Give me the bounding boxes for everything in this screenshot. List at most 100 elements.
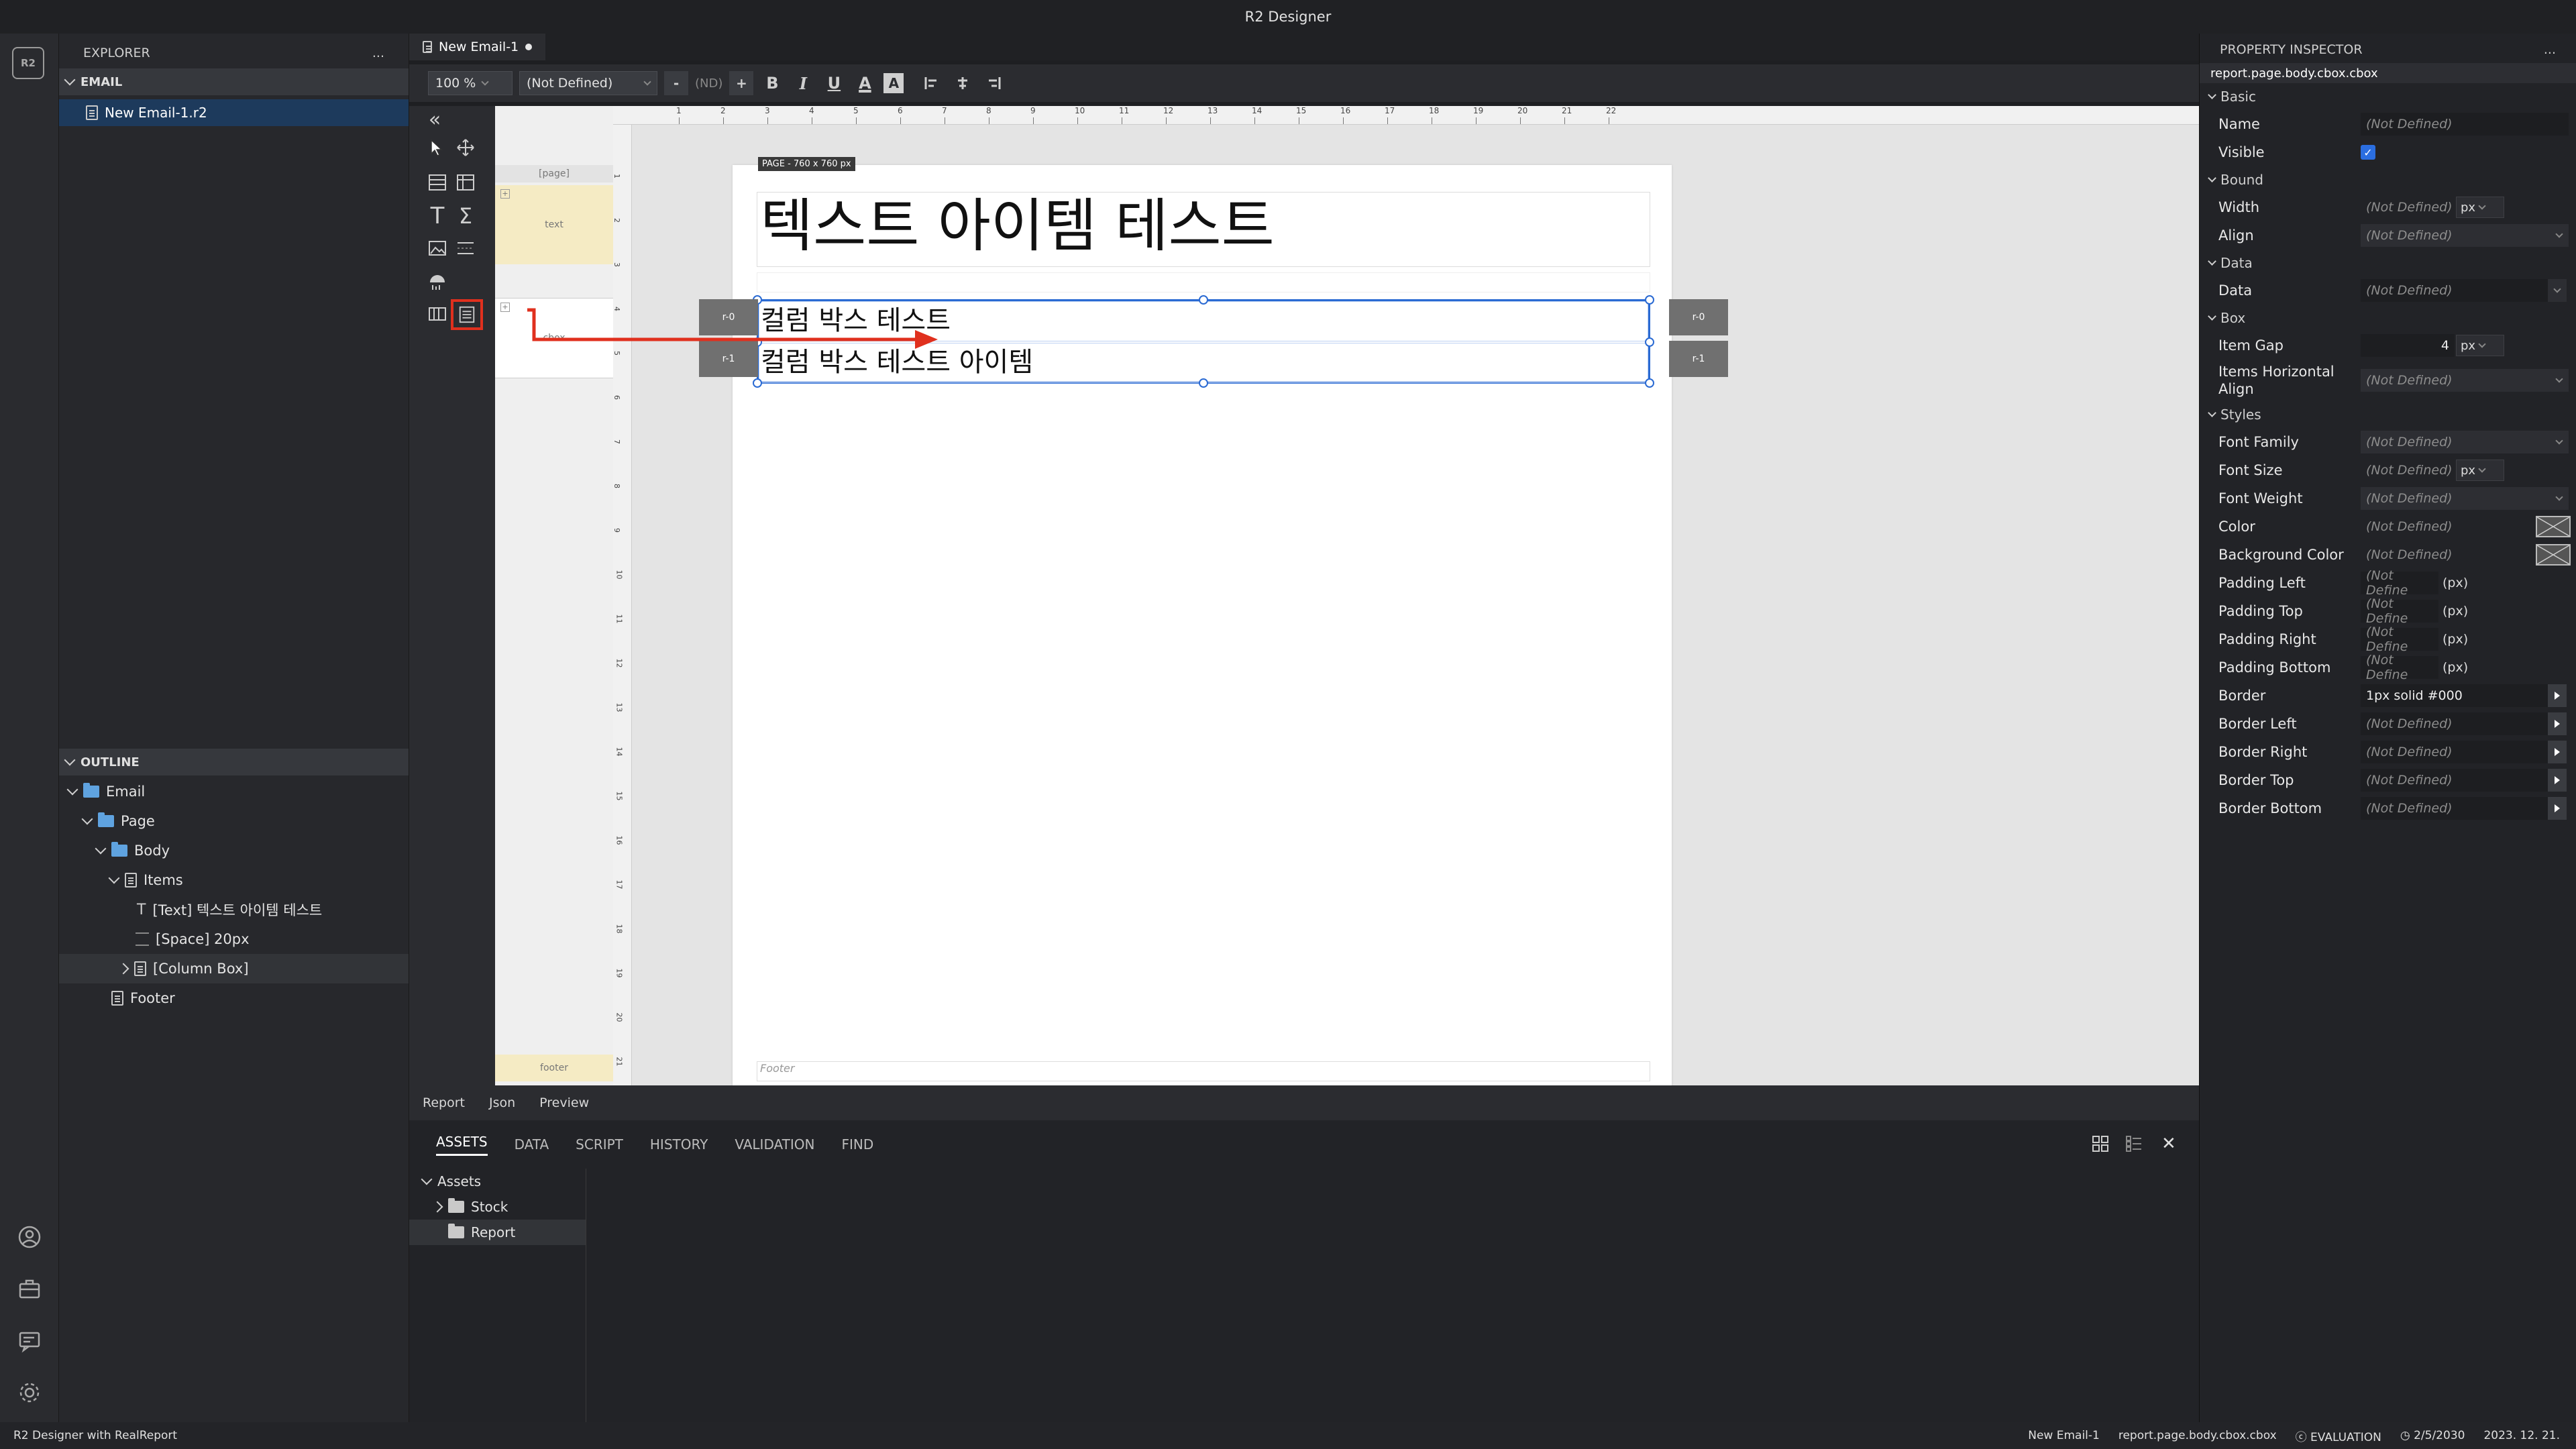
outline-header[interactable]: OUTLINE xyxy=(59,749,409,775)
text-tool-icon[interactable]: T xyxy=(424,203,451,229)
prop-value[interactable]: (Not Defined) xyxy=(2361,515,2522,538)
italic-button[interactable]: I xyxy=(791,71,815,95)
tree-item-report[interactable]: Report xyxy=(409,1220,586,1245)
align-left-icon[interactable] xyxy=(920,71,944,95)
tab-script[interactable]: SCRIPT xyxy=(576,1136,623,1152)
close-panel-button[interactable]: ✕ xyxy=(2161,1134,2176,1154)
resize-handle[interactable] xyxy=(1199,378,1208,388)
font-color-button[interactable]: A xyxy=(853,71,877,95)
prop-value[interactable]: (Not Defined) xyxy=(2361,741,2550,763)
expand-button[interactable] xyxy=(2548,684,2567,707)
tab-data[interactable]: DATA xyxy=(515,1136,549,1152)
font-size-increase-button[interactable]: + xyxy=(729,71,754,95)
summary-tool-icon[interactable]: Σ xyxy=(452,203,479,229)
tab-find[interactable]: FIND xyxy=(841,1136,873,1152)
table-band-icon[interactable] xyxy=(424,169,451,196)
color-swatch[interactable] xyxy=(2536,516,2571,537)
underline-button[interactable]: U xyxy=(822,71,846,95)
prop-select[interactable]: (Not Defined) xyxy=(2361,431,2569,453)
zoom-select[interactable]: 100 % xyxy=(428,71,513,95)
chart-tool-icon[interactable] xyxy=(424,268,451,295)
tab-report[interactable]: Report xyxy=(423,1095,465,1110)
table-icon[interactable] xyxy=(452,169,479,196)
font-size-decrease-button[interactable]: - xyxy=(664,71,688,95)
resize-handle[interactable] xyxy=(1645,378,1654,388)
email-section-header[interactable]: EMAIL xyxy=(59,68,409,95)
expand-button[interactable] xyxy=(2548,741,2567,763)
space-tool-icon[interactable] xyxy=(452,235,479,262)
move-tool-icon[interactable] xyxy=(452,134,479,161)
prop-value[interactable]: 4 xyxy=(2361,334,2455,357)
prop-value[interactable]: (Not Define xyxy=(2361,653,2438,682)
outline-item-email[interactable]: Email xyxy=(59,777,409,806)
title-text-item[interactable]: 텍스트 아이템 테스트 xyxy=(757,192,1650,267)
tab-json[interactable]: Json xyxy=(489,1095,515,1110)
dropdown-button[interactable] xyxy=(2548,279,2567,302)
prop-value[interactable]: (Not Defined) xyxy=(2361,279,2550,302)
footer-item[interactable]: Footer xyxy=(757,1061,1650,1081)
app-logo[interactable]: R2 xyxy=(12,47,44,79)
collapse-palette-icon[interactable]: « xyxy=(421,106,448,133)
outline-item-body[interactable]: Body xyxy=(59,836,409,865)
tab-preview[interactable]: Preview xyxy=(539,1095,589,1110)
band-page[interactable]: [page] xyxy=(495,165,613,182)
prop-value[interactable]: (Not Defined) xyxy=(2361,712,2550,735)
unit-select[interactable]: px xyxy=(2456,335,2504,356)
settings-icon[interactable] xyxy=(15,1378,44,1407)
bold-button[interactable]: B xyxy=(760,71,784,95)
unsaved-dot-icon[interactable] xyxy=(525,44,533,50)
prop-value[interactable]: (Not Defined) xyxy=(2361,196,2455,219)
section-bound[interactable]: Bound xyxy=(2200,166,2576,193)
expand-icon[interactable]: + xyxy=(500,189,510,199)
prop-value[interactable]: 1px solid #000 xyxy=(2361,684,2550,707)
prop-value[interactable]: (Not Defined) xyxy=(2361,797,2550,820)
resize-handle[interactable] xyxy=(1645,337,1654,347)
design-area[interactable]: PAGE - 760 x 760 px 텍스트 아이템 테스트 컬럼 박스 테스… xyxy=(632,125,2416,1091)
band-footer[interactable]: footer xyxy=(495,1055,613,1081)
feedback-icon[interactable] xyxy=(15,1327,44,1356)
band-text[interactable]: text + xyxy=(495,185,613,264)
align-right-icon[interactable] xyxy=(981,71,1006,95)
prop-select[interactable]: (Not Defined) xyxy=(2361,224,2569,247)
toolbox-icon[interactable] xyxy=(15,1275,44,1304)
file-item[interactable]: New Email-1.r2 xyxy=(59,99,409,126)
prop-value[interactable]: (Not Defined) xyxy=(2361,769,2550,792)
prop-select[interactable]: (Not Defined) xyxy=(2361,487,2569,510)
unit-select[interactable]: px xyxy=(2456,197,2504,218)
tab-validation[interactable]: VALIDATION xyxy=(735,1136,814,1152)
report-page[interactable]: PAGE - 760 x 760 px 텍스트 아이템 테스트 컬럼 박스 테스… xyxy=(733,157,1672,1091)
outline-item-text[interactable]: T [Text] 텍스트 아이템 테스트 xyxy=(59,895,409,924)
section-styles[interactable]: Styles xyxy=(2200,401,2576,428)
align-center-icon[interactable] xyxy=(951,71,975,95)
resize-handle[interactable] xyxy=(753,378,762,388)
expand-icon[interactable]: + xyxy=(500,303,510,312)
outline-item-column-box[interactable]: [Column Box] xyxy=(59,954,409,983)
prop-value[interactable]: (Not Define xyxy=(2361,596,2438,626)
column-box-icon[interactable] xyxy=(451,299,483,330)
color-swatch[interactable] xyxy=(2536,544,2571,566)
prop-select[interactable]: (Not Defined) xyxy=(2361,369,2569,392)
select-tool-icon[interactable] xyxy=(424,134,451,161)
section-box[interactable]: Box xyxy=(2200,305,2576,331)
outline-item-space[interactable]: [Space] 20px xyxy=(59,924,409,954)
prop-value[interactable]: (Not Define xyxy=(2361,625,2438,654)
inspector-menu-button[interactable]: ... xyxy=(2544,42,2556,57)
expand-button[interactable] xyxy=(2548,712,2567,735)
prop-value[interactable]: (Not Defined) xyxy=(2361,543,2522,566)
tab-history[interactable]: HISTORY xyxy=(650,1136,708,1152)
account-icon[interactable] xyxy=(15,1222,44,1252)
tree-item-stock[interactable]: Stock xyxy=(409,1194,586,1220)
outline-item-items[interactable]: Items xyxy=(59,865,409,895)
expand-button[interactable] xyxy=(2548,797,2567,820)
tree-item-assets[interactable]: Assets xyxy=(409,1169,586,1194)
space-item[interactable] xyxy=(757,272,1650,292)
prop-value[interactable]: (Not Defined) xyxy=(2361,459,2455,482)
outline-item-footer[interactable]: Footer xyxy=(59,983,409,1013)
section-basic[interactable]: Basic xyxy=(2200,83,2576,110)
visible-checkbox[interactable]: ✓ xyxy=(2361,145,2375,160)
prop-value[interactable]: (Not Defined) xyxy=(2361,113,2569,136)
unit-select[interactable]: px xyxy=(2456,460,2504,481)
section-data[interactable]: Data xyxy=(2200,250,2576,276)
explorer-menu-button[interactable]: ... xyxy=(372,46,384,60)
tab-assets[interactable]: ASSETS xyxy=(436,1134,488,1156)
